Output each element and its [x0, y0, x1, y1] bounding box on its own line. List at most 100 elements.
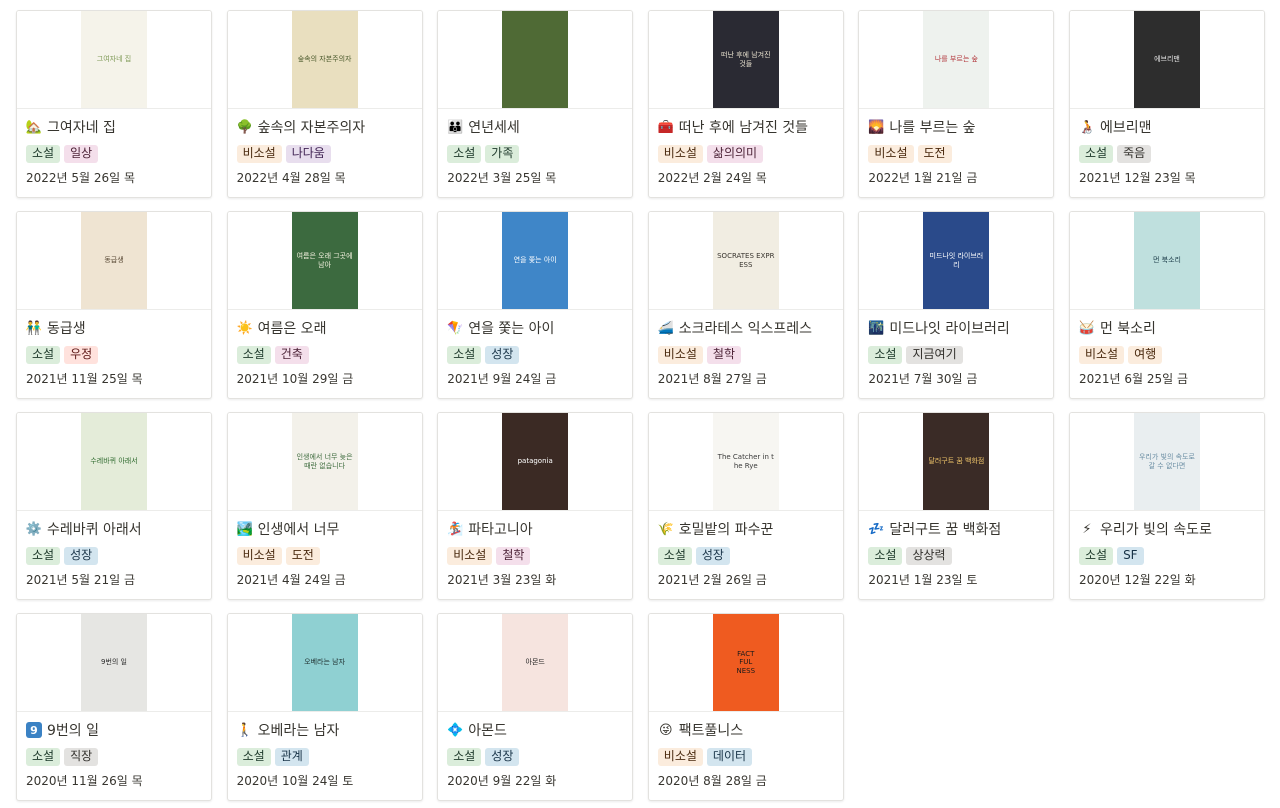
book-card[interactable]: 에브리맨 🧑‍🦽 에브리맨 소설 죽음 2021년 12월 23일 목 [1068, 10, 1265, 198]
book-card[interactable]: 나를 부르는 숲 🌄 나를 부르는 숲 비소설 도전 2022년 1월 21일 금 [858, 10, 1055, 198]
book-cover-image: 달러구트 꿈 백화점 [923, 413, 990, 510]
book-card[interactable]: 인생에서 너무 늦은 때란 없습니다 🏞️ 인생에서 너무 비소설 도전 2021년 4월… [226, 412, 423, 600]
landscape-icon: 🏞️ [236, 521, 253, 537]
tree-icon: 🌳 [236, 119, 253, 135]
walking-man-icon: 🚶 [236, 722, 253, 738]
book-cover-image: 연을 쫓는 아이 [502, 212, 569, 309]
book-title: 떠난 후에 남겨진 것들 [678, 120, 809, 136]
book-cover-image: FACT FUL NESS [712, 614, 779, 711]
book-card[interactable]: 그여자네 집 🏡 그여자네 집 소설 일상 2022년 5월 26일 목 [16, 10, 212, 198]
cover-area: SOCRATES EXPRESS [648, 212, 843, 310]
book-card[interactable]: 👪 연년세세 소설 가족 2022년 3월 25일 목 [437, 10, 634, 198]
book-title: 수레바퀴 아래서 [47, 522, 142, 538]
book-title: 숲속의 자본주의자 [257, 120, 366, 136]
book-cover-image: 아몬드 [502, 614, 569, 711]
book-card[interactable]: 연을 쫓는 아이 🪁 연을 쫓는 아이 소설 성장 2021년 9월 24일 금 [437, 211, 634, 399]
book-card[interactable]: FACT FUL NESS 😜 팩트풀니스 비소설 데이터 2020년 8월 28일 금 [647, 613, 844, 801]
book-date: 2021년 8월 27일 금 [657, 372, 767, 386]
tag-badge: 소설 [236, 748, 271, 766]
book-cover-text: 먼 북소리 [1152, 256, 1181, 265]
book-card[interactable]: 숲속의 자본주의자 🌳 숲속의 자본주의자 비소설 나다움 2022년 4월 28일 목 [226, 10, 423, 198]
tag-badge: 철학 [496, 547, 531, 565]
book-card[interactable]: SOCRATES EXPRESS 🚄 소크라테스 익스프레스 비소설 철학 2021년 8… [647, 211, 844, 399]
book-cover-image: 먼 북소리 [1133, 212, 1200, 309]
tag-list: 비소설 여행 [1078, 346, 1255, 364]
book-date: 2022년 3월 25일 목 [447, 171, 557, 185]
card-title: 💤 달러구트 꿈 백화점 [868, 520, 1044, 538]
drum-icon: 🥁 [1078, 320, 1096, 336]
tag-badge: 소설 [26, 145, 61, 163]
sun-icon: ☀️ [236, 320, 253, 336]
tag-badge: 소설 [236, 346, 271, 364]
tag-list: 소설 우정 [26, 346, 202, 364]
card-title: 🧰 떠난 후에 남겨진 것들 [658, 118, 834, 136]
tag-badge: 소설 [447, 748, 482, 766]
tag-list: 비소설 삶의의미 [657, 145, 834, 163]
two-men-icon: 👬 [26, 320, 43, 336]
house-icon: 🏡 [26, 119, 43, 135]
cover-area: 에브리맨 [1069, 11, 1264, 109]
book-card[interactable]: 수레바퀴 아래서 ⚙️ 수레바퀴 아래서 소설 성장 2021년 5월 21일 금 [16, 412, 212, 600]
book-cover-image: 인생에서 너무 늦은 때란 없습니다 [291, 413, 358, 510]
book-title: 파타고니아 [468, 522, 533, 538]
tag-badge: 성장 [485, 748, 520, 766]
book-date: 2022년 5월 26일 목 [26, 171, 136, 185]
book-date: 2021년 6월 25일 금 [1078, 372, 1189, 386]
cover-area: 인생에서 너무 늦은 때란 없습니다 [227, 413, 422, 511]
tag-list: 비소설 도전 [236, 547, 413, 565]
book-cover-image: 동급생 [81, 212, 147, 309]
book-cover-image: 여름은 오래 그곳에 남아 [291, 212, 358, 309]
tag-badge: 비소설 [1078, 346, 1125, 364]
tag-badge: 소설 [868, 547, 903, 565]
cover-area: 달러구트 꿈 백화점 [859, 413, 1054, 511]
book-card[interactable]: 9번의 일 9 9번의 일 소설 직장 2020년 11월 26일 목 [16, 613, 212, 801]
tag-badge: 나다움 [285, 145, 331, 163]
tag-list: 소설 지금여기 [868, 346, 1044, 364]
city-night-icon: 🌃 [868, 320, 885, 336]
cover-area: 여름은 오래 그곳에 남아 [227, 212, 422, 310]
book-cover-image: The Catcher in the Rye [712, 413, 779, 510]
book-cover-text: The Catcher in the Rye [717, 453, 774, 470]
book-title: 연을 쫓는 아이 [468, 321, 555, 337]
tag-badge: 직장 [64, 748, 99, 766]
card-title: 🌾 호밀밭의 파수꾼 [658, 520, 834, 538]
book-date: 2021년 7월 30일 금 [868, 372, 978, 386]
book-card[interactable]: patagonia 🏂 파타고니아 비소설 철학 2021년 3월 23일 화 [437, 412, 634, 600]
book-date: 2022년 4월 28일 목 [236, 171, 346, 185]
tag-badge: 성장 [485, 346, 520, 364]
book-date: 2021년 10월 29일 금 [236, 372, 354, 386]
tag-badge: 비소설 [236, 145, 282, 163]
book-card[interactable]: 오베라는 남자 🚶 오베라는 남자 소설 관계 2020년 10월 24일 토 [226, 613, 423, 801]
book-cover-image: 미드나잇 라이브러리 [923, 212, 990, 309]
cover-area: 오베라는 남자 [227, 614, 422, 712]
tag-list: 소설 관계 [236, 748, 413, 766]
book-card[interactable]: 떠난 후에 남겨진 것들 🧰 떠난 후에 남겨진 것들비소설 삶의의미 2022년 2월… [647, 10, 844, 198]
book-card[interactable]: The Catcher in the Rye 🌾 호밀밭의 파수꾼 소설 성장 2021년… [647, 412, 844, 600]
book-card[interactable]: 아몬드 💠 아몬드 소설 성장 2020년 9월 22일 화 [437, 613, 634, 801]
book-card[interactable]: 동급생 👬 동급생 소설 우정 2021년 11월 25일 목 [16, 211, 212, 399]
tag-list: 소설 성장 [657, 547, 834, 565]
tag-list: 소설 성장 [447, 346, 623, 364]
book-card[interactable]: 먼 북소리 🥁 먼 북소리 비소설 여행 2021년 6월 25일 금 [1068, 211, 1265, 399]
winking-face-icon: 😜 [659, 722, 673, 738]
tag-badge: 지금여기 [906, 346, 963, 364]
book-card[interactable]: 미드나잇 라이브러리 🌃 미드나잇 라이브러리 소설 지금여기 2021년 7월 30일 … [858, 211, 1055, 399]
book-cover-text: 나를 부르는 숲 [934, 55, 978, 64]
book-cover-text: 그여자네 집 [96, 55, 132, 64]
book-title: 연년세세 [468, 120, 520, 136]
tag-badge: 성장 [695, 547, 730, 565]
kite-icon: 🪁 [447, 320, 464, 336]
card-title: 🪁 연을 쫓는 아이 [447, 319, 623, 337]
tag-badge: 죽음 [1117, 145, 1152, 163]
book-cover-image: 에브리맨 [1133, 11, 1200, 108]
book-date: 2020년 11월 26일 목 [26, 774, 143, 788]
book-card[interactable]: 달러구트 꿈 백화점 💤 달러구트 꿈 백화점 소설 상상력 2021년 1월 23일 토 [858, 412, 1055, 600]
book-date: 2022년 2월 24일 목 [657, 171, 767, 185]
snowboarder-icon: 🏂 [447, 521, 464, 537]
book-date: 2022년 1월 21일 금 [868, 171, 978, 185]
rice-icon: 🌾 [657, 521, 674, 537]
sunrise-icon: 🌄 [868, 119, 885, 135]
book-card[interactable]: 여름은 오래 그곳에 남아 ☀️ 여름은 오래 소설 건축 2021년 10월 29일 금 [226, 211, 423, 399]
tag-badge: 도전 [917, 145, 952, 163]
book-card[interactable]: 우리가 빛의 속도로 갈 수 없다면 ⚡ 우리가 빛의 속도로 소설 SF 2020년 1… [1068, 412, 1265, 600]
